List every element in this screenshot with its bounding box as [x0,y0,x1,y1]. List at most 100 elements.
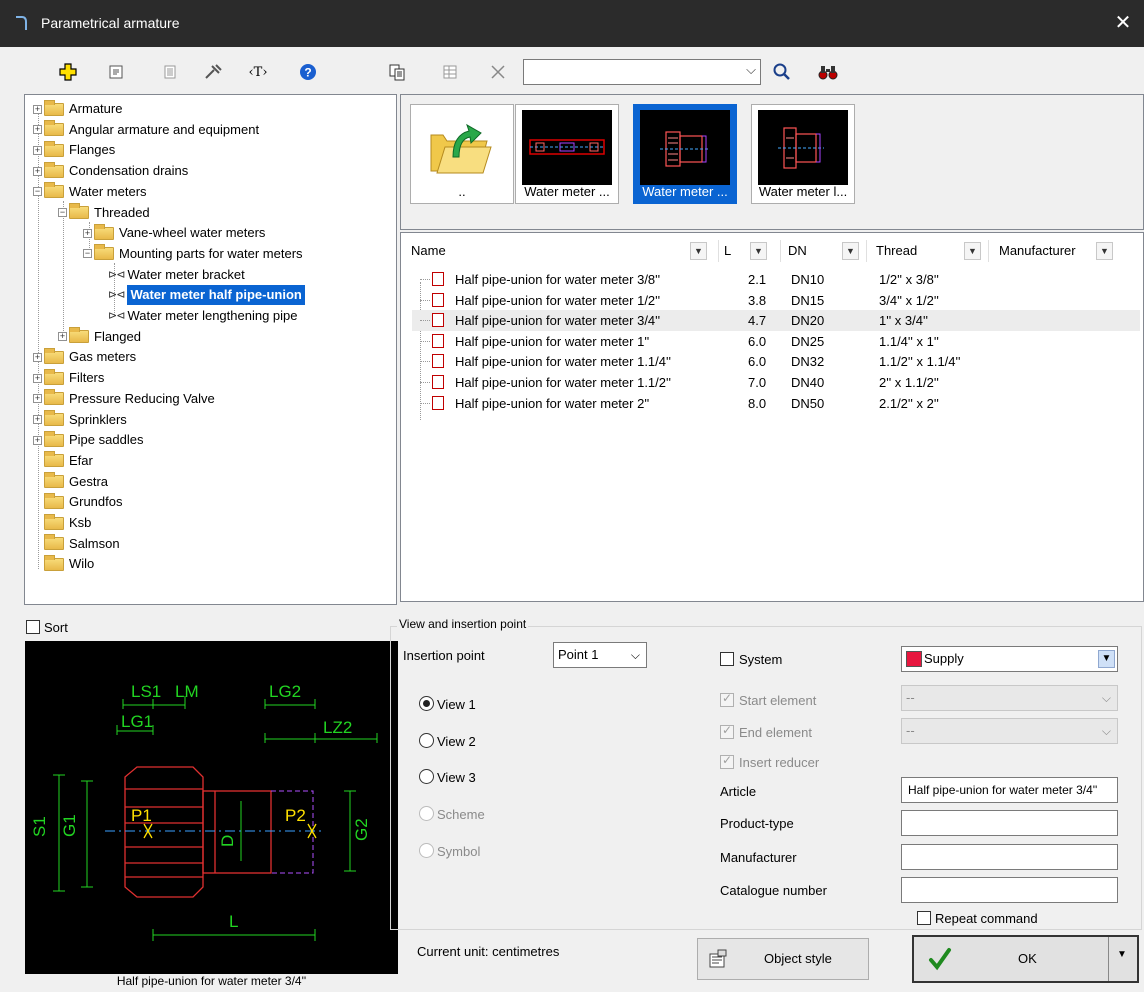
sort-checkbox[interactable] [26,620,40,634]
table-row[interactable]: Half pipe-union for water meter 3/8'' 2.1… [412,269,1140,290]
column-header-l[interactable]: L [724,238,731,264]
column-header-name[interactable]: Name [411,238,446,264]
properties-icon[interactable] [102,58,130,86]
tree-item[interactable]: Ksb [33,513,91,533]
copy-icon[interactable] [383,58,411,86]
tree-item[interactable]: + Angular armature and equipment [33,120,259,140]
thumbnail-item[interactable]: Water meter l... [751,104,855,204]
tree-item[interactable]: Efar [33,451,93,471]
category-tree[interactable]: + Armature + Angular armature and equipment… [24,94,397,605]
catalogue-number-input[interactable] [901,877,1118,903]
column-header-thread[interactable]: Thread [876,238,917,264]
thumbnail-parent[interactable]: .. [410,104,514,204]
chevron-down-icon[interactable]: ▼ [842,242,859,260]
item-icon [432,395,444,410]
insertion-point-select[interactable]: Point 1 ⌵ [553,642,647,668]
chevron-down-icon[interactable]: ▼ [690,242,707,260]
expand-icon[interactable]: + [58,332,67,342]
tree-item-label: Armature [69,101,123,116]
tree-item[interactable]: ⊳⊲ Water meter half pipe-union [108,285,305,306]
system-select[interactable]: Supply ▼ [901,646,1118,672]
tree-item[interactable]: − Mounting parts for water meters [83,244,303,264]
tree-item[interactable]: − Threaded [58,203,150,223]
ok-button[interactable]: OK ▼ [912,935,1139,983]
table-icon[interactable] [436,58,464,86]
expand-icon[interactable]: + [33,373,42,383]
chevron-down-icon[interactable]: ⌵ [746,62,756,78]
expand-icon[interactable]: + [33,394,42,404]
tree-item[interactable]: Salmson [33,534,120,554]
tree-item[interactable]: ⊳⊲ Water meter lengthening pipe [108,306,298,326]
view-radio-3[interactable] [419,769,434,784]
expand-icon[interactable]: + [33,104,42,114]
expand-icon[interactable]: + [33,166,42,176]
product-type-input[interactable] [901,810,1118,836]
expand-icon[interactable]: + [33,125,42,135]
tree-item[interactable]: + Condensation drains [33,161,188,181]
text-icon[interactable]: ‹T› [244,58,272,86]
search-icon[interactable] [768,58,796,86]
help-icon[interactable]: ? [294,58,322,86]
end-element-checkbox[interactable] [720,723,734,739]
cell-thread: 1.1/2'' x 1.1/4'' [879,354,961,370]
folder-icon [44,410,64,426]
tree-item[interactable]: Wilo [33,554,94,574]
table-row[interactable]: Half pipe-union for water meter 3/4'' 4.7… [412,310,1140,332]
tree-item[interactable]: + Flanged [58,327,141,347]
view-radio-5[interactable] [419,843,434,858]
add-icon[interactable] [54,58,82,86]
expand-icon[interactable]: + [33,415,42,424]
table-row[interactable]: Half pipe-union for water meter 1.1/4'' 6… [412,351,1140,372]
table-row[interactable]: Half pipe-union for water meter 1/2'' 3.8… [412,290,1140,311]
tree-item[interactable]: + Pipe saddles [33,430,143,450]
chevron-down-icon[interactable]: ▼ [1117,949,1127,960]
table-row[interactable]: Half pipe-union for water meter 1.1/2'' 7… [412,372,1140,393]
search-combo[interactable]: ⌵ [523,59,761,85]
tree-item[interactable]: + Gas meters [33,347,136,367]
tree-item[interactable]: + Vane-wheel water meters [83,223,265,243]
tree-item[interactable]: − Water meters [33,182,147,202]
view-radio-4[interactable] [419,806,434,821]
collapse-icon[interactable]: − [33,187,42,197]
end-element-select[interactable]: -- ⌵ [901,718,1118,744]
expand-icon[interactable]: + [33,435,42,445]
thumbnail-item[interactable]: Water meter ... [515,104,619,204]
tree-item[interactable]: + Pressure Reducing Valve [33,389,215,409]
tree-item[interactable]: + Armature [33,99,122,119]
article-input[interactable]: Half pipe-union for water meter 3/4'' [901,777,1118,803]
collapse-icon[interactable]: − [58,208,67,217]
chevron-down-icon[interactable]: ▼ [964,242,981,260]
start-element-select[interactable]: -- ⌵ [901,685,1118,711]
view-radio-1[interactable] [419,696,434,711]
tree-item[interactable]: Gestra [33,472,108,492]
close-icon[interactable]: ✕ [1108,8,1138,38]
start-element-checkbox[interactable] [720,691,734,707]
column-header-dn[interactable]: DN [788,238,807,264]
expand-icon[interactable]: + [33,352,42,362]
collapse-icon[interactable]: − [83,249,92,259]
expand-icon[interactable]: + [83,228,92,238]
repeat-command-checkbox[interactable] [917,911,931,925]
expand-icon[interactable]: + [33,145,42,155]
tree-item[interactable]: ⊳⊲ Water meter bracket [108,265,245,285]
manufacturer-input[interactable] [901,844,1118,870]
document-icon[interactable] [156,58,184,86]
object-style-button[interactable]: Object style [697,938,869,980]
column-header-manufacturer[interactable]: Manufacturer [999,238,1076,264]
table-row[interactable]: Half pipe-union for water meter 1'' 6.0 DN… [412,331,1140,352]
insert-reducer-checkbox[interactable] [720,753,734,769]
system-checkbox[interactable] [720,652,734,666]
chevron-down-icon[interactable]: ▼ [1096,242,1113,260]
tree-item[interactable]: + Sprinklers [33,410,127,430]
tools-icon[interactable] [199,58,227,86]
tree-item[interactable]: + Flanges [33,140,115,160]
tree-item[interactable]: + Filters [33,368,104,388]
table-row[interactable]: Half pipe-union for water meter 2'' 8.0 DN… [412,393,1140,414]
tree-item[interactable]: Grundfos [33,492,122,512]
dim-label: G1 [60,814,79,837]
view-radio-2[interactable] [419,733,434,748]
thumbnail-item-selected[interactable]: Water meter ... [633,104,737,204]
delete-icon[interactable] [484,58,512,86]
binoculars-icon[interactable] [814,58,842,86]
chevron-down-icon[interactable]: ▼ [750,242,767,260]
